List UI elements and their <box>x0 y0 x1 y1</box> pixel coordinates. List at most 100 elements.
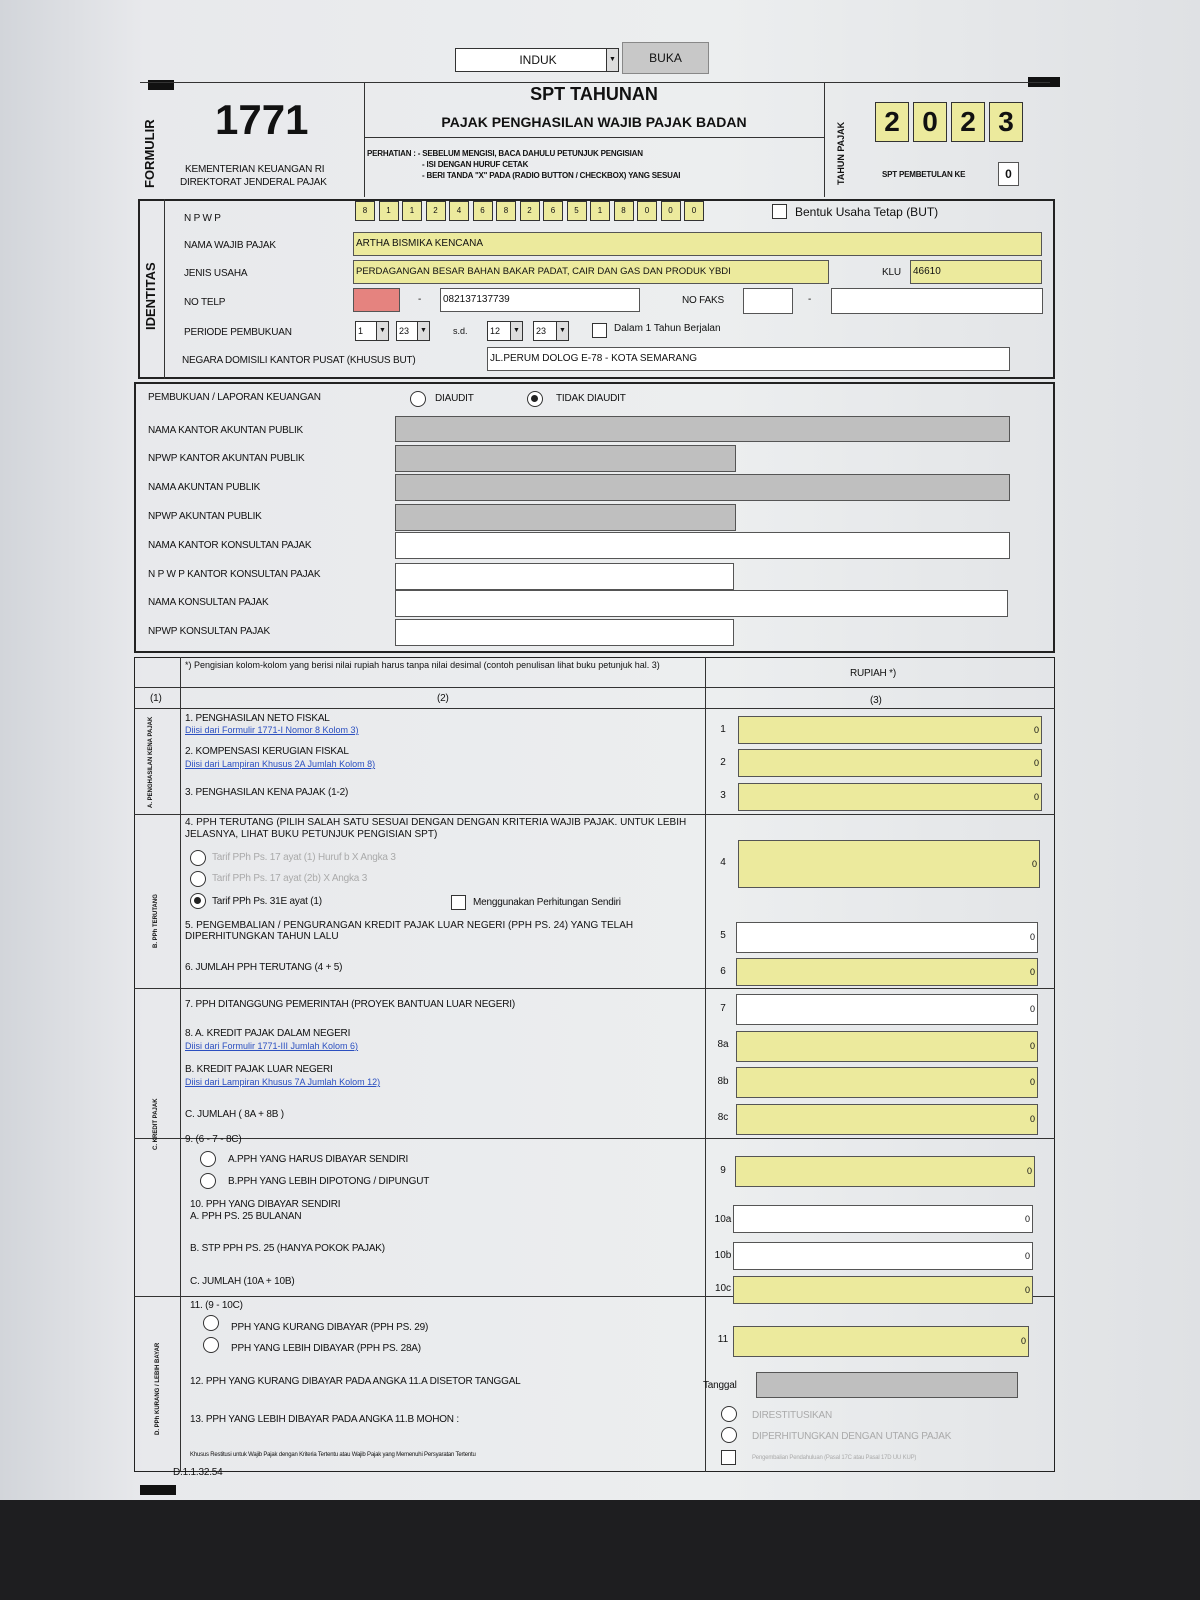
own-calculation-checkbox[interactable] <box>451 895 466 910</box>
period-start-month-select[interactable]: 1 ▼ <box>355 321 389 341</box>
row-11-amount[interactable]: 0 <box>733 1326 1029 1357</box>
row-2-label: 2. KOMPENSASI KERUGIAN FISKAL <box>185 746 349 757</box>
row-9b-label: b.PPh YANG LEBIH DIPOTONG / DIPUNGUT <box>228 1176 430 1187</box>
special-refund-label: Khusus Restitusi untuk Wajib Pajak denga… <box>190 1452 476 1458</box>
audited-radio[interactable] <box>410 391 426 407</box>
row-9-amount[interactable]: 0 <box>735 1156 1035 1187</box>
npwp-label: N P W P <box>184 213 221 224</box>
chevron-down-icon: ▼ <box>606 49 618 71</box>
npwp-digit[interactable]: 8 <box>355 201 375 221</box>
row-2-amount[interactable]: 0 <box>738 749 1042 777</box>
rate-option-1-label: Tarif PPh Ps. 17 ayat (1) Huruf b X Angk… <box>212 852 396 863</box>
accountant-name-input[interactable] <box>395 474 1010 501</box>
npwp-digit[interactable]: 2 <box>519 201 540 221</box>
npwp-digit[interactable]: 1 <box>590 201 610 221</box>
column-3-header: (3) <box>870 695 882 706</box>
row-1-link[interactable]: Diisi dari Formulir 1771-I Nomor 8 Kolom… <box>185 725 359 735</box>
npwp-digit[interactable]: 2 <box>425 201 446 221</box>
row-9b-radio[interactable] <box>200 1173 216 1189</box>
offset-label: DIPERHITUNGKAN DENGAN UTANG PAJAK <box>752 1431 952 1442</box>
rate-option-2-radio[interactable] <box>190 871 206 887</box>
row-8c-label: c. JUMLAH ( 8a + 8b ) <box>185 1109 284 1120</box>
business-type-input[interactable]: PERDAGANGAN BESAR BAHAN BAKAR PADAT, CAI… <box>353 260 829 284</box>
form-type-dropdown[interactable]: INDUK ▼ <box>455 48 619 72</box>
row-1-amount[interactable]: 0 <box>738 716 1042 744</box>
npwp-digit[interactable]: 1 <box>378 201 399 221</box>
rate-option-3-label: Tarif PPh Ps. 31E ayat (1) <box>212 896 322 907</box>
period-end-year-select[interactable]: 23 ▼ <box>533 321 569 341</box>
row-7-amount[interactable]: 0 <box>736 994 1038 1025</box>
open-button[interactable]: BUKA <box>622 42 709 74</box>
not-audited-radio[interactable] <box>527 391 543 407</box>
row-9-label: 9. (6 - 7 - 8c) <box>185 1134 242 1145</box>
row-2-link[interactable]: Diisi dari Lampiran Khusus 2A Jumlah Kol… <box>185 759 375 769</box>
amendment-label: SPT PEMBETULAN KE <box>882 170 966 179</box>
row-11b-radio[interactable] <box>203 1337 219 1353</box>
accountant-npwp-input[interactable] <box>395 504 736 531</box>
tax-consultant-npwp-label: NPWP KONSULTAN PAJAK <box>148 626 270 637</box>
row-5-amount[interactable]: 0 <box>736 922 1038 953</box>
phone-area-code-input[interactable] <box>353 288 400 312</box>
npwp-digit[interactable]: 6 <box>472 201 493 221</box>
row-8b-link[interactable]: Diisi dari Lampiran Khusus 7A Jumlah Kol… <box>185 1077 380 1087</box>
npwp-digit[interactable]: 0 <box>660 201 681 221</box>
npwp-digit[interactable]: 5 <box>566 201 587 221</box>
row-9a-radio[interactable] <box>200 1151 216 1167</box>
rate-option-1-radio[interactable] <box>190 850 206 866</box>
refund-radio[interactable] <box>721 1406 737 1422</box>
bookkeeping-period-label: PERIODE PEMBUKUAN <box>184 327 292 338</box>
year-digit[interactable]: 2 <box>951 102 985 142</box>
but-checkbox[interactable] <box>772 204 787 219</box>
npwp-digit[interactable]: 6 <box>543 201 563 221</box>
row-11a-radio[interactable] <box>203 1315 219 1331</box>
year-digit[interactable]: 2 <box>875 102 909 142</box>
refund-label: DIRESTITUSIKAN <box>752 1410 832 1421</box>
notice-line-3: - BERI TANDA "X" PADA (RADIO BUTTON / CH… <box>422 171 681 180</box>
row-4-amount[interactable]: 0 <box>738 840 1040 888</box>
row-8b-number: 8b <box>717 1076 729 1087</box>
period-end-month-select[interactable]: 12 ▼ <box>487 321 523 341</box>
npwp-digit[interactable]: 8 <box>613 201 634 221</box>
special-refund-checkbox[interactable] <box>721 1450 736 1465</box>
row-10a-amount[interactable]: 0 <box>733 1205 1033 1233</box>
npwp-digit[interactable]: 0 <box>637 201 657 221</box>
tax-consultant-npwp-input[interactable] <box>395 619 734 646</box>
identity-section-label: IDENTITAS <box>143 262 158 330</box>
year-digit[interactable]: 3 <box>989 102 1023 142</box>
accountant-name-label: NAMA AKUNTAN PUBLIK <box>148 482 261 493</box>
within-one-year-checkbox[interactable] <box>592 323 607 338</box>
row-8b-amount[interactable]: 0 <box>736 1067 1038 1098</box>
head-office-address-input[interactable]: JL.PERUM DOLOG E-78 - KOTA SEMARANG <box>487 347 1010 371</box>
phone-number-input[interactable]: 082137137739 <box>440 288 640 312</box>
row-6-amount[interactable]: 0 <box>736 958 1038 986</box>
row-8c-amount[interactable]: 0 <box>736 1104 1038 1135</box>
accounting-firm-npwp-input[interactable] <box>395 445 736 472</box>
klu-input[interactable]: 46610 <box>910 260 1042 284</box>
row-8a-amount[interactable]: 0 <box>736 1031 1038 1062</box>
row-8a-link[interactable]: Diisi dari Formulir 1771-III Jumlah Kolo… <box>185 1041 358 1051</box>
fax-area-code-input[interactable] <box>743 288 793 314</box>
taxpayer-name-input[interactable]: ARTHA BISMIKA KENCANA <box>353 232 1042 256</box>
payment-date-input[interactable] <box>756 1372 1018 1398</box>
tax-consulting-firm-name-input[interactable] <box>395 532 1010 559</box>
accounting-firm-npwp-label: NPWP KANTOR AKUNTAN PUBLIK <box>148 453 305 464</box>
npwp-digit[interactable]: 0 <box>684 201 704 221</box>
row-3-amount[interactable]: 0 <box>738 783 1042 811</box>
chevron-down-icon: ▼ <box>556 322 568 340</box>
amendment-input[interactable]: 0 <box>998 162 1019 186</box>
column-1-header: (1) <box>150 693 162 704</box>
offset-radio[interactable] <box>721 1427 737 1443</box>
period-start-year-select[interactable]: 23 ▼ <box>396 321 430 341</box>
tax-consultant-name-input[interactable] <box>395 590 1008 617</box>
npwp-digit[interactable]: 1 <box>402 201 422 221</box>
accounting-firm-name-input[interactable] <box>395 416 1010 442</box>
row-1-label: 1. PENGHASILAN NETO FISKAL <box>185 713 330 724</box>
row-10b-amount[interactable]: 0 <box>733 1242 1033 1270</box>
row-10c-amount[interactable]: 0 <box>733 1276 1033 1304</box>
tax-consulting-firm-npwp-input[interactable] <box>395 563 734 590</box>
year-digit[interactable]: 0 <box>913 102 947 142</box>
fax-number-input[interactable] <box>831 288 1043 314</box>
npwp-digit[interactable]: 4 <box>449 201 469 221</box>
npwp-digit[interactable]: 8 <box>496 201 516 221</box>
rate-option-3-radio[interactable] <box>190 893 206 909</box>
